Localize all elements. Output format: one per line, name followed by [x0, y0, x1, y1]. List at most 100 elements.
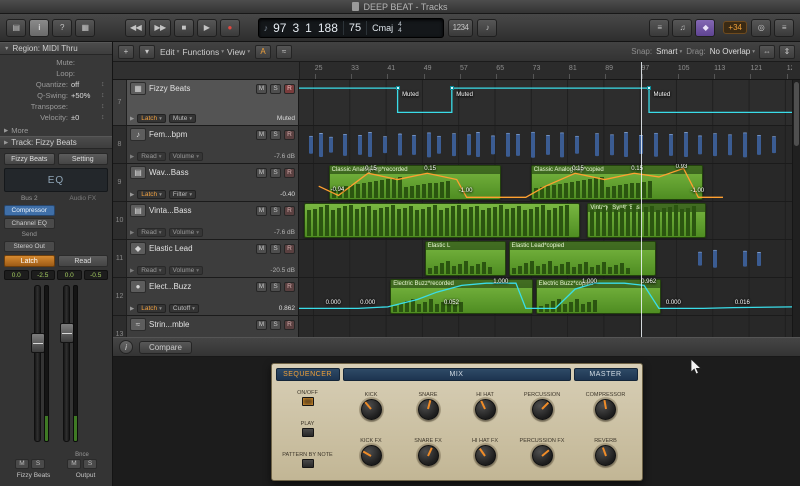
pan-value-left[interactable]: 0.0 — [4, 270, 29, 280]
lcd-time-signature[interactable]: 4 4 — [398, 21, 402, 34]
record-arm-button[interactable]: R — [284, 319, 295, 330]
insert-slot-channel-eq[interactable]: Channel EQ — [4, 218, 55, 229]
midi-region[interactable]: Elastic Lead*copied — [508, 241, 657, 276]
quick-help-icon[interactable]: ? — [52, 18, 72, 37]
track-header[interactable]: ◆ Elastic Lead M S R ▶ Read ▾ Volume ▾ -20.5 dB — [127, 240, 299, 277]
master-level-icon[interactable]: ≡ — [774, 18, 794, 37]
automation-node[interactable] — [395, 86, 400, 91]
region-parameter-row[interactable]: Loop: — [0, 68, 112, 79]
automation-toggle-icon[interactable]: A — [255, 44, 272, 59]
automation-mode-read-button[interactable]: Read — [57, 255, 108, 267]
hi-hat-knob[interactable] — [474, 398, 496, 420]
compressor-knob[interactable] — [595, 398, 616, 420]
track-header[interactable]: ▦ Fizzy Beats M S R ▶ Latch ▾ Mute ▾ Muted — [127, 80, 299, 125]
compare-button[interactable]: Compare — [139, 340, 192, 354]
on-off-button[interactable] — [301, 397, 314, 407]
automation-parameter-dropdown[interactable]: Mute ▾ — [168, 114, 197, 123]
track-header[interactable]: ▤ Wav...Bass M S R ▶ Latch ▾ Filter ▾ -0.40 — [127, 164, 299, 201]
solo-button[interactable]: S — [270, 243, 281, 254]
stepper-icon[interactable]: ↕ — [101, 81, 108, 88]
automation-mode-latch-button[interactable]: Latch — [4, 255, 55, 267]
track-lane[interactable]: Muted Muted Muted — [299, 80, 792, 125]
window-titlebar[interactable]: DEEP BEAT - Tracks — [0, 0, 800, 14]
drag-dropdown[interactable]: No Overlap ▾ — [710, 47, 755, 56]
note-pads-icon[interactable]: ♫ — [672, 18, 693, 37]
info-icon[interactable]: i — [119, 340, 133, 354]
stop-button[interactable]: ■ — [173, 18, 194, 37]
library-toggle-icon[interactable]: ▤ — [6, 18, 26, 37]
region-inspector-header[interactable]: ▼ Region: MIDI Thru — [0, 42, 112, 55]
mute-button[interactable]: M — [256, 243, 267, 254]
automation-parameter-dropdown[interactable]: Cutoff ▾ — [168, 304, 199, 313]
vertical-zoom-icon[interactable]: ⇕ — [779, 44, 795, 59]
output-volume-fader[interactable] — [60, 285, 74, 442]
mute-button[interactable]: M — [256, 167, 267, 178]
add-track-button[interactable]: + — [118, 44, 134, 59]
mute-button[interactable]: M — [256, 205, 267, 216]
snare-fx-knob[interactable] — [417, 445, 439, 467]
metronome-button[interactable]: ♪ — [477, 18, 498, 37]
track-lane[interactable] — [299, 316, 792, 337]
disclosure-right-icon[interactable]: ▶ — [130, 306, 134, 312]
channel-setting-button[interactable]: Setting — [57, 153, 108, 165]
record-arm-button[interactable]: R — [284, 83, 295, 94]
midi-region[interactable]: Electric Buzz*recorded — [390, 279, 534, 314]
vertical-scrollbar[interactable] — [792, 80, 800, 337]
fader-thumb[interactable] — [60, 323, 74, 344]
list-editors-icon[interactable]: ≡ — [649, 18, 670, 37]
output-slot-button[interactable]: Stereo Out — [4, 241, 55, 252]
lcd-tempo[interactable]: 75 — [349, 22, 361, 34]
solo-button[interactable]: S — [270, 281, 281, 292]
mute-button[interactable]: M — [67, 459, 81, 469]
mute-button[interactable]: M — [256, 129, 267, 140]
disclosure-right-icon[interactable]: ▶ — [130, 116, 134, 122]
track-options-button[interactable]: ▾ — [139, 44, 155, 59]
varispeed-badge[interactable]: +34 — [723, 21, 747, 34]
fader-thumb[interactable] — [31, 332, 45, 353]
bounce-label[interactable]: Bnce — [75, 452, 89, 458]
track-header[interactable]: ♪ Fem...bpm M S R ▶ Read ▾ Volume ▾ -7.6 dB — [127, 126, 299, 163]
snare-knob[interactable] — [417, 398, 439, 420]
disclosure-right-icon[interactable]: ▶ — [130, 268, 134, 274]
solo-button[interactable]: S — [270, 83, 281, 94]
midi-region[interactable]: Classic Analog Arp*copied — [530, 165, 704, 200]
disclosure-right-icon[interactable]: ▶ — [130, 154, 134, 160]
send-bus-label[interactable]: Bus 2 — [4, 195, 55, 203]
automation-node[interactable] — [449, 86, 454, 91]
track-inspector-header[interactable]: ▶ Track: Fizzy Beats — [0, 136, 112, 149]
track-lane[interactable]: Vintage Synth Bas — [299, 202, 792, 239]
tuner-icon[interactable]: ◎ — [751, 18, 771, 37]
disclosure-right-icon[interactable]: ▶ — [130, 192, 134, 198]
region-parameter-row[interactable]: Q-Swing: +50% ↕ — [0, 90, 112, 101]
automation-mode-dropdown[interactable]: Read ▾ — [137, 152, 166, 161]
menu-edit[interactable]: Edit ▾ — [160, 47, 179, 57]
automation-parameter-dropdown[interactable]: Volume ▾ — [168, 152, 203, 161]
automation-node[interactable] — [647, 86, 652, 91]
bar-ruler[interactable]: 25 33 41 49 57 65 73 81 89 97 105 113 121 129 — [300, 62, 792, 80]
automation-mode-dropdown[interactable]: Read ▾ — [137, 266, 166, 275]
volume-value-left[interactable]: -2.5 — [30, 270, 55, 280]
inspector-toggle-icon[interactable]: i — [29, 18, 49, 37]
midi-region[interactable]: Vintage Synth Bas — [587, 203, 706, 238]
stepper-icon[interactable]: ↕ — [101, 114, 108, 121]
scrollbar-thumb[interactable] — [794, 82, 799, 146]
menu-view[interactable]: View ▾ — [227, 47, 250, 57]
record-button[interactable]: ● — [219, 18, 240, 37]
automation-curve[interactable] — [299, 80, 792, 125]
loop-browser-icon[interactable]: ◆ — [695, 18, 716, 37]
lcd-position[interactable]: 97 3 1 188 — [273, 21, 338, 35]
toolbar-toggle-icon[interactable]: ▦ — [75, 18, 95, 37]
kick-fx-knob[interactable] — [360, 445, 382, 467]
automation-mode-dropdown[interactable]: Latch ▾ — [137, 114, 166, 123]
region-parameter-row[interactable]: Transpose: ↕ — [0, 101, 112, 112]
kick-knob[interactable] — [360, 398, 382, 420]
reverb-knob[interactable] — [595, 445, 616, 467]
midi-region[interactable]: Elastic L — [424, 241, 507, 276]
pan-value-right[interactable]: 0.0 — [57, 270, 82, 280]
hi-hat-fx-knob[interactable] — [474, 445, 496, 467]
stepper-icon[interactable]: ↕ — [101, 103, 108, 110]
track-lane[interactable] — [299, 126, 792, 163]
track-lane[interactable]: Electric Buzz*recorded Electric Buzz*copi… — [299, 278, 792, 315]
mute-button[interactable]: M — [256, 281, 267, 292]
solo-button[interactable]: S — [83, 459, 97, 469]
